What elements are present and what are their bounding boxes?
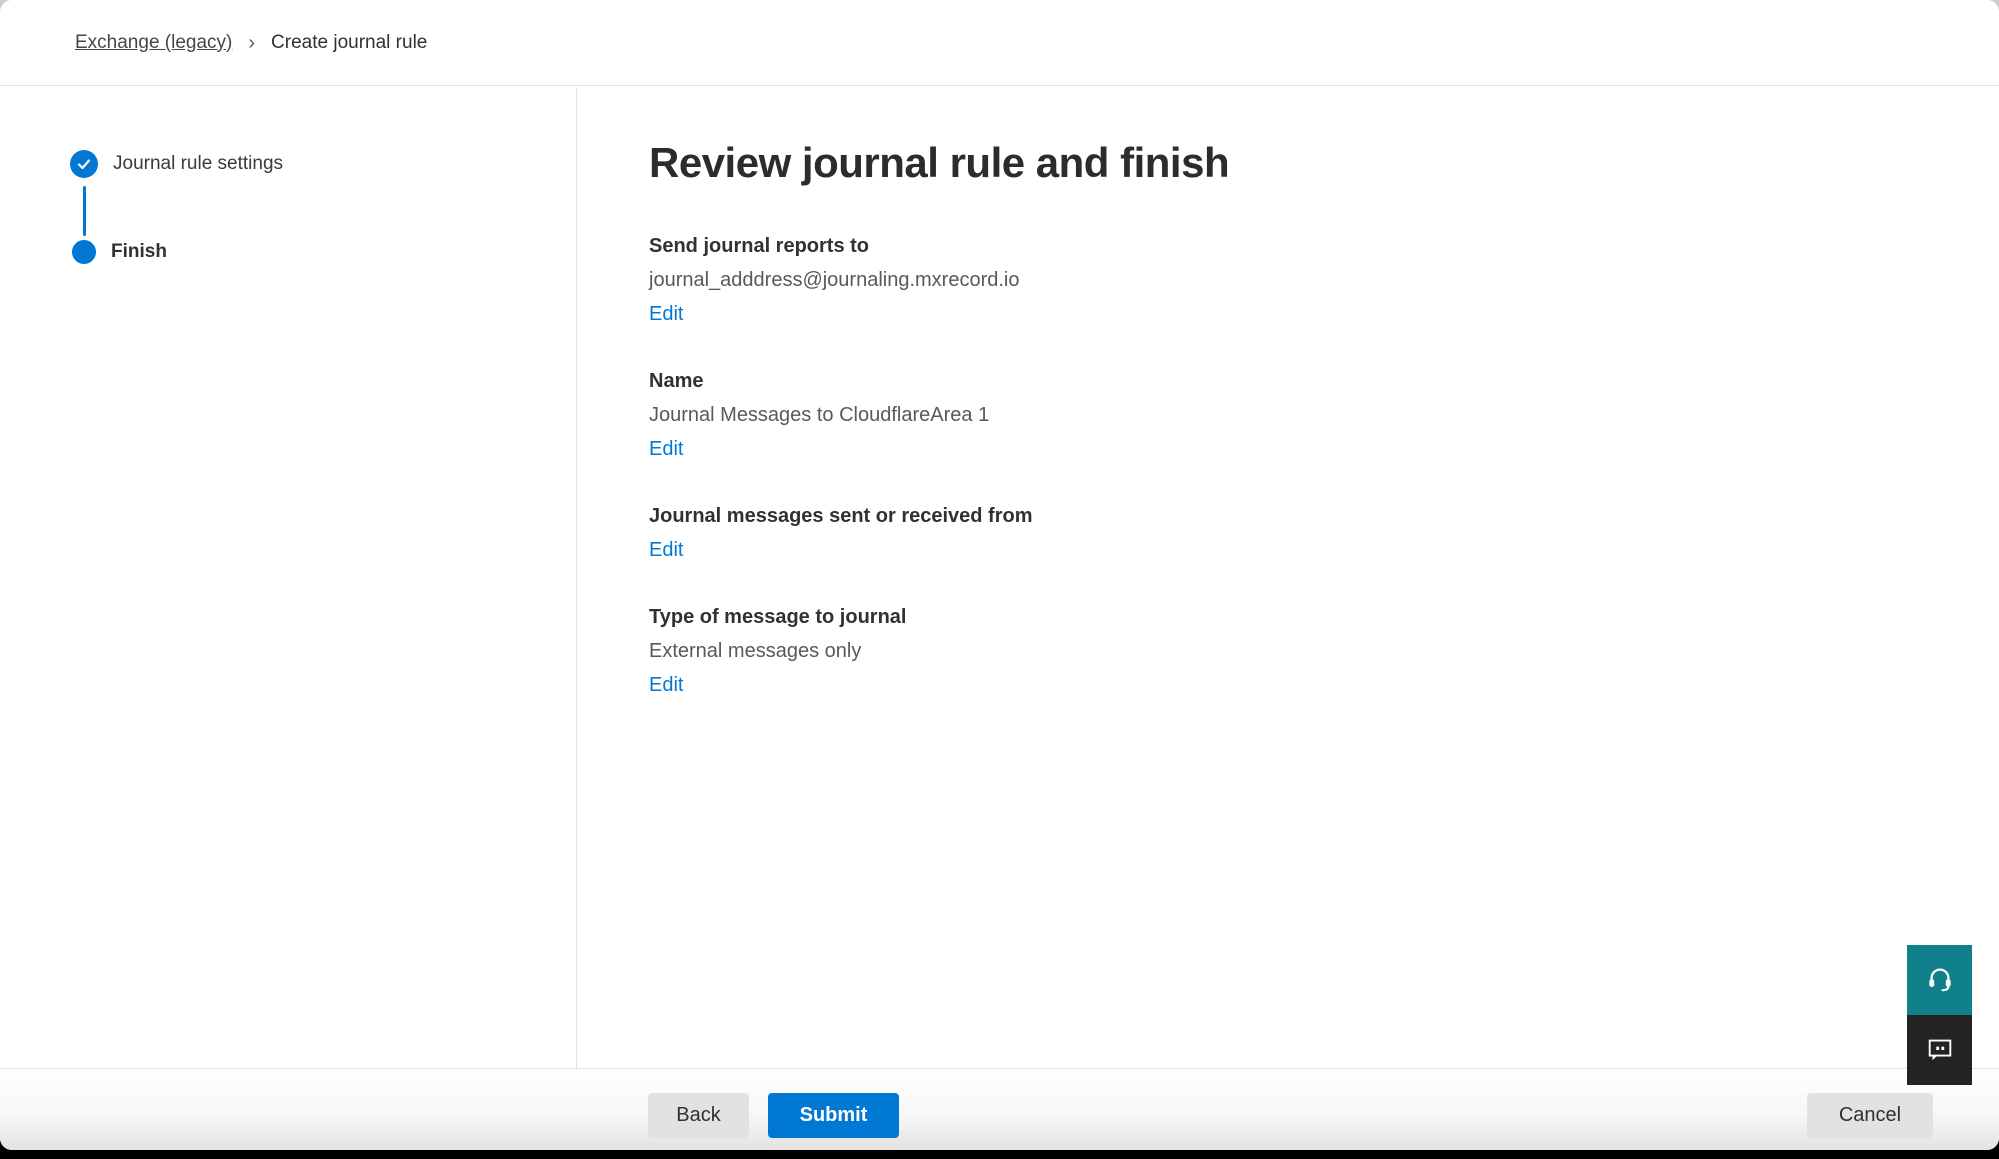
review-panel: Review journal rule and finish Send jour… xyxy=(578,87,1999,1068)
edit-send-journal-reports-link[interactable]: Edit xyxy=(649,301,683,328)
edit-name-link[interactable]: Edit xyxy=(649,436,683,463)
section-label: Name xyxy=(649,368,1919,395)
edit-message-type-link[interactable]: Edit xyxy=(649,672,683,699)
wizard-step-journal-rule-settings[interactable]: Journal rule settings xyxy=(70,150,283,178)
headset-icon xyxy=(1925,964,1955,997)
feedback-icon xyxy=(1925,1034,1955,1067)
section-value: journal_adddress@journaling.mxrecord.io xyxy=(649,267,1919,294)
step-current-dot-icon xyxy=(72,240,96,264)
review-section-send-journal-reports-to: Send journal reports to journal_adddress… xyxy=(649,233,1919,328)
feedback-button[interactable] xyxy=(1907,1015,1972,1085)
chevron-right-icon: › xyxy=(248,33,255,53)
page-title: Review journal rule and finish xyxy=(649,139,1919,187)
app-window: Exchange (legacy) › Create journal rule … xyxy=(0,0,1999,1150)
section-label: Journal messages sent or received from xyxy=(649,503,1919,530)
step-completed-check-icon xyxy=(70,150,98,178)
wizard-step-finish[interactable]: Finish xyxy=(70,238,167,266)
submit-button[interactable]: Submit xyxy=(768,1093,899,1138)
breadcrumb: Exchange (legacy) › Create journal rule xyxy=(0,0,1999,86)
review-section-journal-messages-scope: Journal messages sent or received from E… xyxy=(649,503,1919,564)
section-label: Send journal reports to xyxy=(649,233,1919,260)
floating-button-stack xyxy=(1907,945,1972,1085)
wizard-step-label: Finish xyxy=(111,238,167,266)
step-connector-line xyxy=(83,186,86,236)
breadcrumb-current-page: Create journal rule xyxy=(271,32,427,54)
section-label: Type of message to journal xyxy=(649,604,1919,631)
section-value: Journal Messages to CloudflareArea 1 xyxy=(649,402,1919,429)
back-button[interactable]: Back xyxy=(648,1093,749,1138)
cancel-button[interactable]: Cancel xyxy=(1807,1093,1933,1138)
review-section-name: Name Journal Messages to CloudflareArea … xyxy=(649,368,1919,463)
breadcrumb-link-exchange-legacy[interactable]: Exchange (legacy) xyxy=(75,32,232,54)
review-section-message-type: Type of message to journal External mess… xyxy=(649,604,1919,699)
wizard-step-label: Journal rule settings xyxy=(113,150,283,178)
help-button[interactable] xyxy=(1907,945,1972,1015)
section-value: External messages only xyxy=(649,638,1919,665)
edit-journal-messages-scope-link[interactable]: Edit xyxy=(649,537,683,564)
wizard-steps-sidebar: Journal rule settings Finish xyxy=(0,87,577,1068)
action-bar: Back Submit Cancel xyxy=(0,1068,1999,1150)
